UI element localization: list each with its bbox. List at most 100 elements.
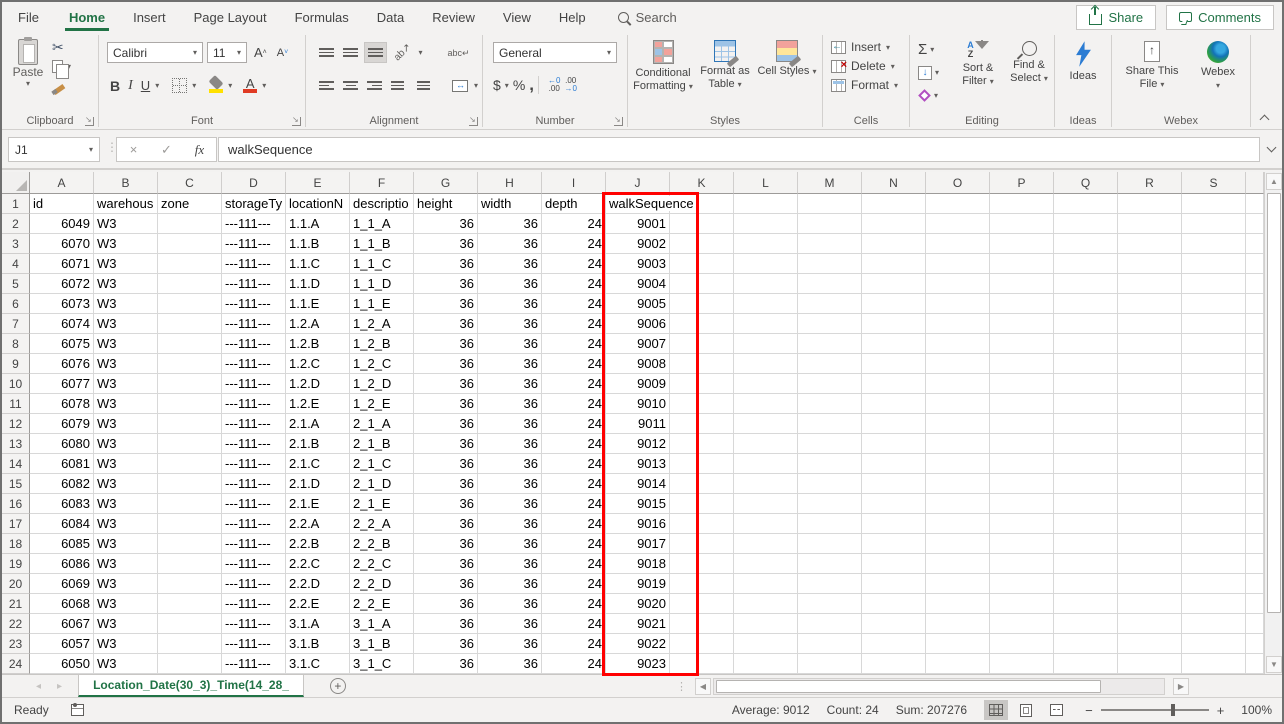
cell-B2[interactable]: W3 [94,214,158,234]
cell-J12[interactable]: 9011 [606,414,670,434]
cell-B17[interactable]: W3 [94,514,158,534]
cell-K10[interactable] [670,374,734,394]
cell-N18[interactable] [862,534,926,554]
cell-H7[interactable]: 36 [478,314,542,334]
cell-G14[interactable]: 36 [414,454,478,474]
cell-B12[interactable]: W3 [94,414,158,434]
cell-I6[interactable]: 24 [542,294,606,314]
cell-S6[interactable] [1182,294,1246,314]
cell-I20[interactable]: 24 [542,574,606,594]
cell-G17[interactable]: 36 [414,514,478,534]
cell-J22[interactable]: 9021 [606,614,670,634]
cell-F13[interactable]: 2_1_B [350,434,414,454]
cell-partial-19[interactable] [1246,554,1264,574]
cell-C4[interactable] [158,254,222,274]
cell-partial-16[interactable] [1246,494,1264,514]
cell-Q24[interactable] [1054,654,1118,674]
cell-R15[interactable] [1118,474,1182,494]
cell-D21[interactable]: ---111--- [222,594,286,614]
cell-G4[interactable]: 36 [414,254,478,274]
cell-K22[interactable] [670,614,734,634]
cell-M18[interactable] [798,534,862,554]
cell-S23[interactable] [1182,634,1246,654]
cell-D14[interactable]: ---111--- [222,454,286,474]
cell-P7[interactable] [990,314,1054,334]
cell-L7[interactable] [734,314,798,334]
cell-A16[interactable]: 6083 [30,494,94,514]
cell-K6[interactable] [670,294,734,314]
middle-align-button[interactable] [340,42,361,63]
cell-C14[interactable] [158,454,222,474]
cell-P23[interactable] [990,634,1054,654]
cell-L2[interactable] [734,214,798,234]
cell-B18[interactable]: W3 [94,534,158,554]
cell-G18[interactable]: 36 [414,534,478,554]
cell-E1[interactable]: locationN [286,194,350,214]
cell-J4[interactable]: 9003 [606,254,670,274]
cell-partial-1[interactable] [1246,194,1264,214]
cell-D20[interactable]: ---111--- [222,574,286,594]
cell-N1[interactable] [862,194,926,214]
cell-A4[interactable]: 6071 [30,254,94,274]
cell-P5[interactable] [990,274,1054,294]
cell-R6[interactable] [1118,294,1182,314]
cell-H24[interactable]: 36 [478,654,542,674]
cell-S16[interactable] [1182,494,1246,514]
cell-K19[interactable] [670,554,734,574]
cell-G23[interactable]: 36 [414,634,478,654]
formula-input[interactable]: walkSequence [218,137,1260,162]
cell-D11[interactable]: ---111--- [222,394,286,414]
insert-function-button[interactable]: fx [183,142,216,158]
cell-L1[interactable] [734,194,798,214]
cell-B20[interactable]: W3 [94,574,158,594]
cell-C21[interactable] [158,594,222,614]
cell-B10[interactable]: W3 [94,374,158,394]
cell-J6[interactable]: 9005 [606,294,670,314]
cell-R10[interactable] [1118,374,1182,394]
cell-K3[interactable] [670,234,734,254]
cell-A2[interactable]: 6049 [30,214,94,234]
row-header-13[interactable]: 13 [2,434,30,454]
cell-H11[interactable]: 36 [478,394,542,414]
cell-F2[interactable]: 1_1_A [350,214,414,234]
cell-P6[interactable] [990,294,1054,314]
cell-A8[interactable]: 6075 [30,334,94,354]
cell-L8[interactable] [734,334,798,354]
cell-E4[interactable]: 1.1.C [286,254,350,274]
cell-H6[interactable]: 36 [478,294,542,314]
cell-M20[interactable] [798,574,862,594]
column-header-N[interactable]: N [862,172,926,194]
copy-button[interactable]: ▾ [52,60,71,73]
horizontal-scroll-thumb[interactable] [716,680,1101,693]
cancel-entry-button[interactable]: × [117,142,150,157]
row-header-6[interactable]: 6 [2,294,30,314]
row-header-18[interactable]: 18 [2,534,30,554]
decrease-decimal-button[interactable]: .00→0 [564,77,576,93]
page-layout-view-button[interactable] [1014,700,1038,720]
cell-S5[interactable] [1182,274,1246,294]
zoom-slider-thumb[interactable] [1171,704,1175,716]
cell-K7[interactable] [670,314,734,334]
cell-I24[interactable]: 24 [542,654,606,674]
cell-I4[interactable]: 24 [542,254,606,274]
cell-N21[interactable] [862,594,926,614]
cell-I15[interactable]: 24 [542,474,606,494]
cell-R4[interactable] [1118,254,1182,274]
ideas-button[interactable]: Ideas [1058,38,1108,83]
cell-C15[interactable] [158,474,222,494]
cell-I16[interactable]: 24 [542,494,606,514]
horizontal-scrollbar[interactable] [713,678,1165,695]
cell-F5[interactable]: 1_1_D [350,274,414,294]
cell-I1[interactable]: depth [542,194,606,214]
cell-B15[interactable]: W3 [94,474,158,494]
cell-C16[interactable] [158,494,222,514]
cell-A15[interactable]: 6082 [30,474,94,494]
cell-O23[interactable] [926,634,990,654]
cell-A11[interactable]: 6078 [30,394,94,414]
cell-M10[interactable] [798,374,862,394]
cell-R20[interactable] [1118,574,1182,594]
cell-partial-4[interactable] [1246,254,1264,274]
cell-H19[interactable]: 36 [478,554,542,574]
cell-P11[interactable] [990,394,1054,414]
column-header-L[interactable]: L [734,172,798,194]
